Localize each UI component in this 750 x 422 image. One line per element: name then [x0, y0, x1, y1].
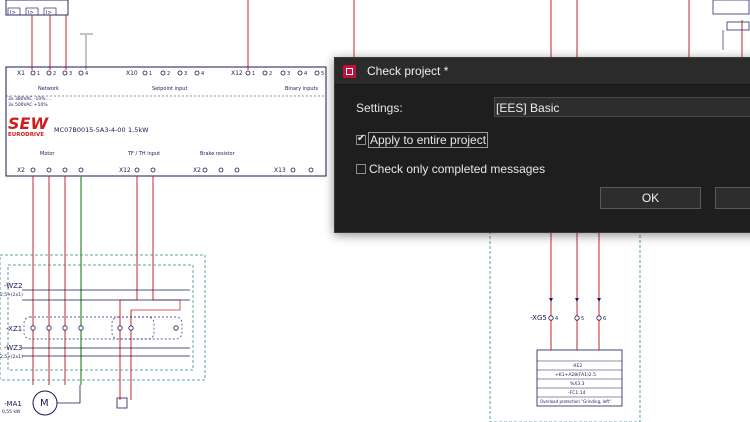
wz2-sub: 2,5+(2x1) [0, 292, 23, 298]
x1-label: X1 [17, 70, 25, 77]
x12-top-label: X12 [231, 70, 243, 77]
xg5-pin-1: 4 [555, 316, 558, 322]
xg5-label: -XG5 [530, 314, 547, 322]
xz1-label: -XZ1 [6, 325, 22, 333]
wz2-label: -WZ2 [4, 282, 22, 290]
settings-label: Settings: [356, 101, 403, 115]
x10-pin-1: 1 [149, 71, 152, 77]
dialog-title: Check project * [367, 64, 449, 78]
completed-messages-checkbox[interactable] [356, 164, 366, 174]
apply-entire-project-option[interactable]: Apply to entire project [356, 132, 489, 148]
device-table: -XE2 +K1+A28(FA1)2.5 %X3.3 -FC1:14 Overl… [536, 349, 623, 407]
x12-top-pin-5: 5 [321, 71, 324, 77]
x10-pin-4: 4 [201, 71, 204, 77]
completed-messages-option[interactable]: Check only completed messages [356, 162, 545, 176]
brake-label: Brake resistor [200, 151, 236, 157]
x12-top-pin-1: 1 [252, 71, 255, 77]
supply-line-2: 3x 500VAC +10% [8, 102, 48, 108]
table-row: %X3.3 [570, 381, 585, 387]
motor-label: Motor [40, 151, 55, 157]
device-power: 1,5kW [128, 126, 149, 134]
xg5-pin-3: 6 [603, 316, 606, 322]
x10-pin-2: 2 [167, 71, 170, 77]
x12-bottom-label: X12 [119, 167, 131, 174]
x12-top-pin-4: 4 [304, 71, 307, 77]
app-icon [343, 64, 356, 78]
supply-line-1: 3x 380VAC -10% ... [8, 96, 51, 102]
cancel-button[interactable] [715, 187, 750, 209]
x1-pin-1: 1 [37, 71, 40, 77]
x1-pin-3: 3 [69, 71, 72, 77]
ma1-label: -MA1 [4, 400, 22, 408]
x2-label: X2 [17, 167, 25, 174]
motor-symbol: M [40, 398, 49, 409]
apply-entire-project-checkbox[interactable] [356, 133, 366, 145]
ok-button[interactable]: OK [600, 187, 701, 209]
wz3-label: -WZ3 [4, 344, 22, 352]
x1-pin-2: 2 [53, 71, 56, 77]
check-project-dialog: Check project * Settings: [EES] Basic Ap… [334, 57, 750, 233]
device-model: MC07B0015-5A3-4-00 [54, 126, 126, 134]
x13-label: X13 [274, 167, 286, 174]
x2b-label: X2 [193, 167, 201, 174]
binary-label: Binary inputs [285, 86, 319, 92]
tf-label: TF / TH input [127, 151, 160, 157]
trip-label-2: I> [28, 10, 34, 16]
setpoint-label: Setpoint input [152, 86, 187, 92]
brand-logo: SEW [8, 114, 49, 133]
x1-pin-4: 4 [85, 71, 88, 77]
trip-label-3: I> [46, 10, 52, 16]
table-row: +K1+A28(FA1)2.5 [555, 372, 596, 378]
ma1-sub: 0,55 kW [2, 409, 21, 415]
wz3-sub: 2,5+(2x1) [0, 354, 23, 360]
apply-entire-project-label: Apply to entire project [367, 132, 489, 148]
trip-label-1: I> [10, 10, 16, 16]
x10-pin-3: 3 [184, 71, 187, 77]
completed-messages-label: Check only completed messages [369, 162, 546, 176]
table-row: -XE2 [572, 363, 582, 369]
x12-top-pin-2: 2 [269, 71, 272, 77]
breaker-block: I> I> I> [5, 0, 69, 16]
settings-dropdown[interactable]: [EES] Basic [494, 97, 750, 117]
brand-sub: EURODRIVE [8, 132, 44, 138]
x10-label: X10 [126, 70, 138, 77]
network-label: Network [38, 86, 59, 92]
table-row: -FC1:14 [568, 390, 586, 396]
x12-top-pin-3: 3 [287, 71, 290, 77]
xg5-pin-2: 5 [581, 316, 584, 322]
table-row: Overload protection "Grinding, left" [540, 399, 611, 404]
dialog-titlebar[interactable]: Check project * [335, 58, 750, 85]
settings-value: [EES] Basic [496, 101, 560, 115]
